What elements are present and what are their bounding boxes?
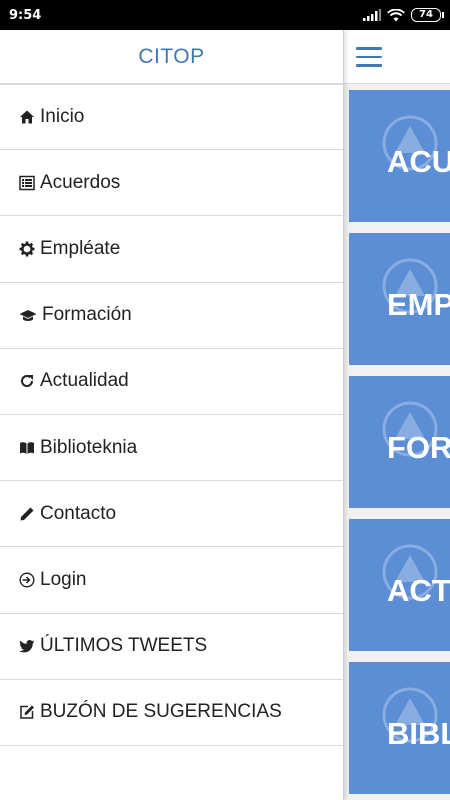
app-bar — [343, 30, 450, 84]
tile-label: BIBL — [387, 716, 450, 751]
drawer-header: CITOP — [0, 30, 343, 84]
status-icons: 74 — [363, 8, 444, 22]
battery-icon: 74 — [411, 8, 444, 22]
menu-item-login[interactable]: Login — [0, 547, 343, 614]
refresh-icon — [19, 373, 35, 389]
book-icon — [19, 440, 35, 456]
edit-icon — [19, 704, 35, 720]
menu-item-label: BUZÓN DE SUGERENCIAS — [40, 701, 282, 723]
menu-item-biblioteknia[interactable]: Biblioteknia — [0, 415, 343, 482]
gear-icon — [19, 241, 35, 257]
status-time: 9:54 — [9, 7, 42, 23]
twitter-icon — [19, 638, 35, 654]
status-bar: 9:54 74 — [0, 0, 450, 30]
menu-item-buzon-sugerencias[interactable]: BUZÓN DE SUGERENCIAS — [0, 680, 343, 746]
tile-acuerdos[interactable]: ACU — [349, 90, 450, 222]
menu-item-label: Empléate — [40, 237, 121, 259]
tile-actualidad[interactable]: ACTU — [349, 519, 450, 651]
wifi-icon — [387, 8, 405, 21]
menu-item-formacion[interactable]: Formación — [0, 283, 343, 349]
navigation-drawer: CITOP Inicio Acuerdos Empléate Formación — [0, 30, 344, 800]
pencil-icon — [19, 506, 35, 522]
main-content: ACU EMP FOR ACTU BIBL — [343, 30, 450, 800]
menu-item-label: Actualidad — [40, 370, 129, 392]
menu-item-label: Biblioteknia — [40, 436, 138, 458]
tile-label: FOR — [387, 430, 450, 465]
menu-item-label: Acuerdos — [40, 171, 121, 193]
drawer-menu: Inicio Acuerdos Empléate Formación Actua… — [0, 84, 343, 746]
menu-item-ultimos-tweets[interactable]: ÚLTIMOS TWEETS — [0, 614, 343, 680]
menu-item-label: Formación — [42, 304, 132, 326]
signal-icon — [363, 9, 381, 21]
menu-item-acuerdos[interactable]: Acuerdos — [0, 150, 343, 217]
home-icon — [19, 109, 35, 125]
menu-item-actualidad[interactable]: Actualidad — [0, 349, 343, 415]
tile-label: ACTU — [387, 573, 450, 608]
menu-item-label: Contacto — [40, 502, 117, 524]
list-icon — [19, 175, 35, 191]
menu-item-label: Login — [40, 568, 87, 590]
drawer-title: CITOP — [138, 44, 205, 68]
menu-item-label: ÚLTIMOS TWEETS — [40, 635, 208, 657]
menu-item-contacto[interactable]: Contacto — [0, 481, 343, 548]
tile-biblioteknia[interactable]: BIBL — [349, 662, 450, 794]
tile-empleate[interactable]: EMP — [349, 233, 450, 365]
menu-item-inicio[interactable]: Inicio — [0, 84, 343, 151]
graduation-cap-icon — [19, 307, 37, 323]
menu-item-empleate[interactable]: Empléate — [0, 216, 343, 283]
tile-label: ACU — [387, 144, 450, 179]
hamburger-menu-icon[interactable] — [356, 47, 382, 67]
menu-item-label: Inicio — [40, 106, 85, 128]
tile-label: EMP — [387, 287, 450, 322]
login-icon — [19, 572, 35, 588]
tile-formacion[interactable]: FOR — [349, 376, 450, 508]
